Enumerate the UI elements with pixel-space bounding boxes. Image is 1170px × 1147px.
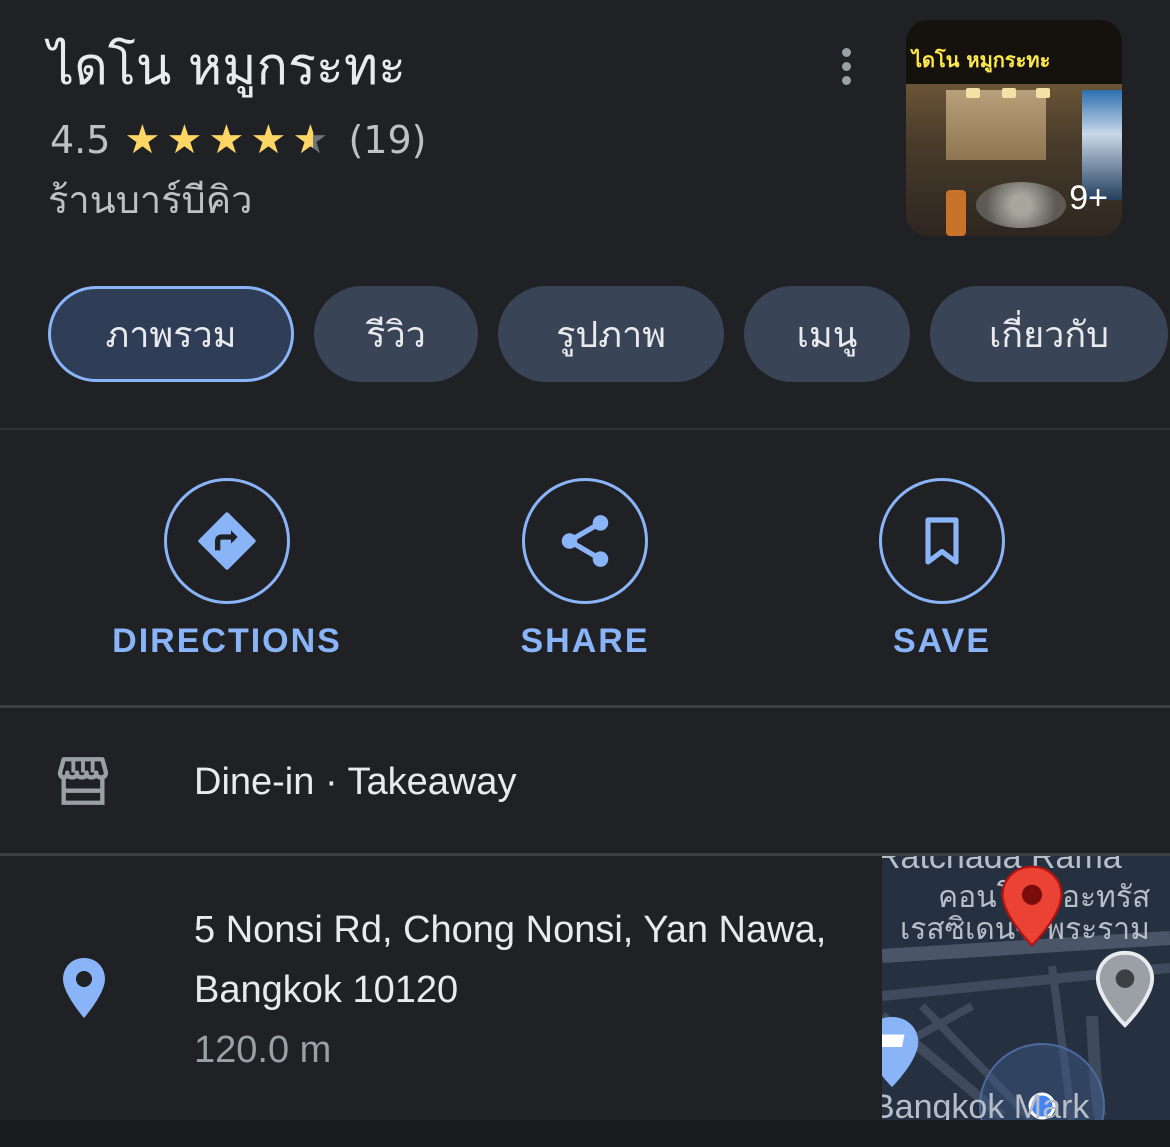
tab-overview[interactable]: ภาพรวม — [48, 286, 294, 382]
more-options-icon[interactable] — [830, 44, 862, 90]
service-options: Dine-in · Takeaway — [194, 761, 517, 803]
map-label: Bangkok Mark — [882, 1088, 1090, 1120]
share-button[interactable]: SHARE — [435, 478, 735, 661]
save-label: SAVE — [892, 622, 992, 660]
share-label: SHARE — [520, 622, 650, 660]
address-text[interactable]: 5 Nonsi Rd, Chong Nonsi, Yan Nawa, Bangk… — [194, 900, 854, 1020]
directions-button[interactable]: DIRECTIONS — [77, 478, 377, 661]
storefront-icon — [57, 757, 109, 805]
tab-photos[interactable]: รูปภาพ — [498, 286, 724, 382]
save-button[interactable]: SAVE — [792, 478, 1092, 661]
star-icon: ★ ★ — [250, 117, 287, 163]
divider — [0, 705, 1170, 708]
share-icon — [561, 515, 609, 567]
place-category: ร้านบาร์บีคิว — [48, 178, 253, 222]
tab-menu[interactable]: เมนู — [744, 286, 910, 382]
rating-row[interactable]: 4.5 ★ ★ ★ ★ ★ ★ ★ ★ ★ ★ (19) — [50, 114, 426, 166]
place-title: ไดโน หมูกระทะ — [48, 37, 407, 97]
bottom-strip — [0, 1120, 1170, 1147]
directions-label: DIRECTIONS — [112, 622, 342, 660]
tab-reviews[interactable]: รีวิว — [314, 286, 478, 382]
rating-value: 4.5 — [50, 118, 111, 162]
grey-map-pin-icon — [1095, 950, 1155, 1028]
shopping-pin-icon — [882, 1017, 919, 1087]
bookmark-icon — [925, 517, 959, 565]
star-icon: ★ ★ — [208, 117, 245, 163]
star-icon: ★ ★ — [166, 117, 203, 163]
location-pin-icon — [63, 958, 105, 1018]
photo-count: 9+ — [1069, 179, 1108, 217]
tab-about[interactable]: เกี่ยวกับ — [930, 286, 1168, 382]
star-rating: ★ ★ ★ ★ ★ ★ ★ ★ ★ ★ — [124, 120, 334, 160]
star-icon: ★ ★ — [124, 117, 161, 163]
map-thumbnail[interactable]: Ratchada Rama คอนโดเดอะทรัส เรสซิเดนซ์ พ… — [882, 856, 1170, 1120]
tab-bar: ภาพรวม รีวิว รูปภาพ เมนู เกี่ยวกับ — [48, 286, 1170, 382]
distance-text: 120.0 m — [194, 1029, 332, 1071]
review-count: (19) — [348, 118, 427, 162]
red-map-pin-icon — [1001, 865, 1063, 947]
divider — [0, 428, 1170, 430]
half-star-icon: ★ ★ — [292, 117, 329, 163]
photo-sign-text: ไดโน หมูกระทะ — [906, 20, 1122, 84]
directions-icon — [198, 512, 256, 570]
place-photo[interactable]: ไดโน หมูกระทะ 9+ — [906, 20, 1122, 236]
